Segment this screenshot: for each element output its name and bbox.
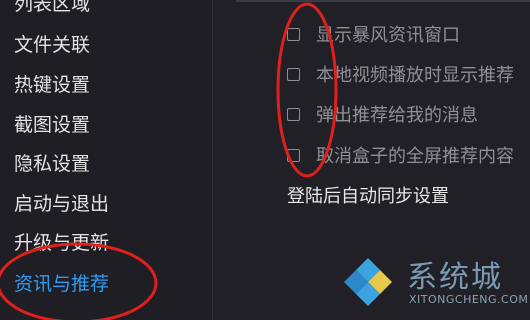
watermark-url: XITONGCHENG.COM — [409, 293, 529, 306]
watermark: 系统城 XITONGCHENG.COM — [336, 246, 530, 320]
sidebar-item-upgrade[interactable]: 升级与更新 — [14, 231, 109, 255]
option-local-video-recommend[interactable]: 本地视频播放时显示推荐 — [287, 62, 514, 86]
local-video-recommend-checkbox[interactable] — [287, 67, 300, 81]
option-show-news-window[interactable]: 显示暴风资讯窗口 — [287, 22, 460, 46]
settings-sidebar: 列表区域 文件关联 热键设置 截图设置 隐私设置 启动与退出 升级与更新 资讯与… — [0, 0, 212, 320]
sidebar-item-privacy[interactable]: 隐私设置 — [14, 152, 90, 176]
sidebar-item-screenshot[interactable]: 截图设置 — [14, 113, 90, 137]
top-separator — [236, 0, 530, 2]
cancel-fullscreen-recommend-checkbox[interactable] — [287, 148, 300, 162]
popup-messages-checkbox[interactable] — [287, 107, 300, 121]
settings-window: 列表区域 文件关联 热键设置 截图设置 隐私设置 启动与退出 升级与更新 资讯与… — [0, 0, 530, 320]
show-news-window-checkbox[interactable] — [287, 27, 300, 41]
option-label: 取消盒子的全屏推荐内容 — [316, 146, 514, 167]
option-label: 弹出推荐给我的消息 — [316, 105, 478, 126]
sidebar-item-list-area[interactable]: 列表区域 — [14, 0, 90, 16]
watermark-brand-text: 系统城 — [407, 260, 503, 295]
sidebar-item-startup-exit[interactable]: 启动与退出 — [14, 192, 109, 216]
sidebar-item-hotkeys[interactable]: 热键设置 — [14, 73, 90, 97]
sidebar-item-file-association[interactable]: 文件关联 — [14, 33, 90, 57]
watermark-logo-icon — [344, 258, 392, 306]
option-popup-messages[interactable]: 弹出推荐给我的消息 — [287, 102, 478, 126]
sync-settings-heading: 登陆后自动同步设置 — [287, 186, 449, 207]
sidebar-item-news-recommend[interactable]: 资讯与推荐 — [14, 272, 109, 296]
option-cancel-fullscreen-recommend[interactable]: 取消盒子的全屏推荐内容 — [287, 143, 514, 167]
option-label: 本地视频播放时显示推荐 — [316, 65, 514, 86]
option-label: 显示暴风资讯窗口 — [316, 25, 460, 46]
